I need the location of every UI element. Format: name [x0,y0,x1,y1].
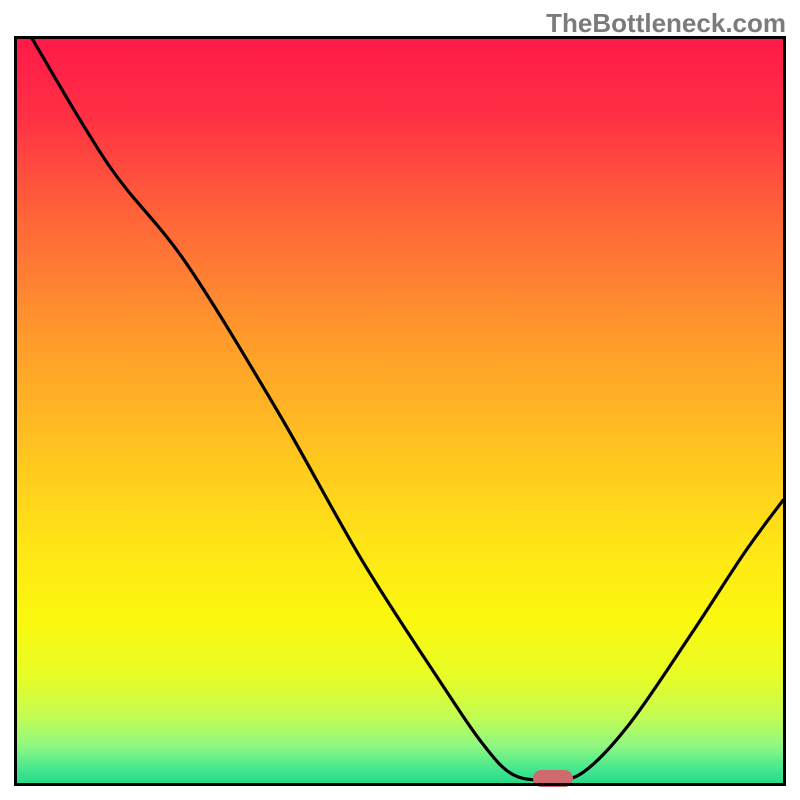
watermark-text: TheBottleneck.com [546,8,786,39]
chart-border [14,36,786,786]
